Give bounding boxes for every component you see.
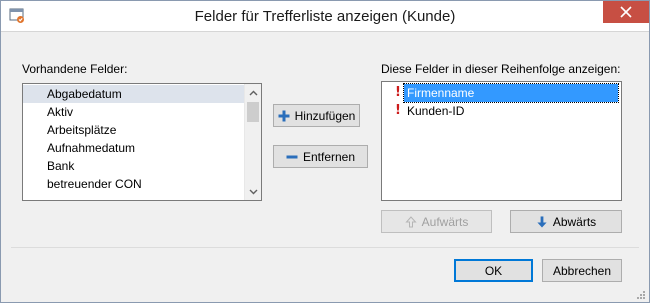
add-button-label: Hinzufügen [294,108,356,123]
list-item-label: Firmenname [403,83,619,103]
chevron-down-icon [249,189,258,194]
list-item[interactable]: Abgabedatum [23,85,261,103]
close-icon [620,6,632,18]
minus-icon [286,155,298,158]
plus-icon [278,110,290,121]
move-down-label: Abwärts [552,214,597,229]
remove-button-label: Entfernen [302,149,356,164]
list-item[interactable]: Aufnahmedatum [23,139,261,157]
list-item[interactable]: ! Kunden-ID [382,102,621,120]
add-button[interactable]: Hinzufügen [273,104,360,127]
available-fields-label: Vorhandene Felder: [22,62,128,76]
available-fields-list[interactable]: Abgabedatum Aktiv Arbeitsplätze Aufnahme… [22,83,262,201]
footer-separator [11,247,639,248]
vertical-scrollbar[interactable] [244,84,261,200]
dialog-window: Felder für Trefferliste anzeigen (Kunde)… [0,0,650,303]
scroll-down-button[interactable] [245,183,261,200]
list-item[interactable]: Arbeitsplätze [23,121,261,139]
list-item-label: Kunden-ID [407,104,465,118]
move-up-label: Aufwärts [421,214,469,229]
ok-button[interactable]: OK [454,259,533,282]
title-bar[interactable]: Felder für Trefferliste anzeigen (Kunde) [1,1,649,32]
shown-fields-label: Diese Felder in dieser Reihenfolge anzei… [381,62,621,76]
arrow-up-icon [405,215,417,227]
remove-button[interactable]: Entfernen [273,145,368,168]
required-icon: ! [395,85,401,100]
window-title: Felder für Trefferliste anzeigen (Kunde) [194,8,456,25]
cancel-button-label: Abbrechen [552,263,612,278]
close-button[interactable] [603,1,649,23]
list-item[interactable]: Bank [23,157,261,175]
arrow-down-icon [537,215,547,228]
required-icon: ! [395,103,401,118]
list-item[interactable]: betreuender CON [23,175,261,193]
chevron-up-icon [249,90,258,95]
move-down-button[interactable]: Abwärts [510,210,622,233]
scroll-thumb[interactable] [247,102,259,122]
cancel-button[interactable]: Abbrechen [542,259,622,282]
list-item[interactable]: Aktiv [23,103,261,121]
shown-fields-list[interactable]: ! Firmenname ! Kunden-ID [381,81,622,201]
list-item[interactable]: ! Firmenname [382,83,621,103]
resize-grip[interactable] [636,289,646,299]
ok-button-label: OK [484,263,503,278]
scroll-up-button[interactable] [245,84,261,101]
move-up-button[interactable]: Aufwärts [381,210,492,233]
resize-grip-icon [637,291,645,299]
